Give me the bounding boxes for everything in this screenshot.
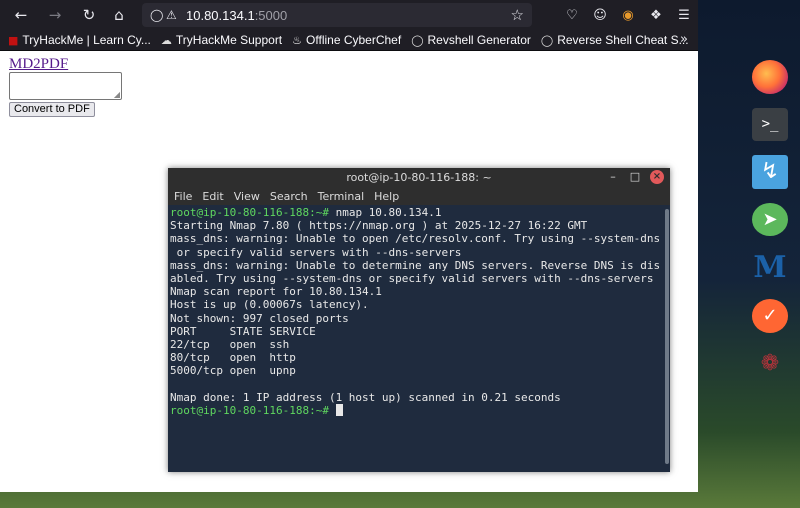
- md2pdf-link[interactable]: MD2PDF: [9, 56, 68, 73]
- menu-terminal[interactable]: Terminal: [318, 190, 365, 203]
- bookmark-star-icon[interactable]: ☆: [511, 6, 524, 24]
- terminal-line: mass_dns: warning: Unable to open /etc/r…: [170, 232, 661, 246]
- terminal-line: PORT STATE SERVICE: [170, 324, 316, 338]
- bookmark-label: TryHackMe Support: [175, 33, 283, 47]
- menu-help[interactable]: Help: [374, 190, 399, 203]
- insecure-lock-icon[interactable]: ⚠: [166, 8, 182, 22]
- zap-icon[interactable]: ↯: [752, 155, 788, 189]
- url-bar[interactable]: ◯ ⚠ 10.80.134.1:5000 ☆: [142, 3, 532, 27]
- globe-icon: ◯: [411, 33, 424, 47]
- typed-command: [329, 404, 336, 417]
- bookmark-label: TryHackMe | Learn Cy...: [22, 33, 151, 47]
- extension-foxy-icon[interactable]: ◉: [616, 3, 640, 27]
- bookmark-tryhackme-support[interactable]: ☁ TryHackMe Support: [161, 33, 282, 47]
- toolbar-icons: ♡ ☺ ◉ ❖ ☰: [560, 3, 696, 27]
- terminal-line: root@ip-10-80-116-188:~# nmap 10.80.134.…: [170, 206, 662, 219]
- terminal-line: Starting Nmap 7.80 ( https://nmap.org ) …: [170, 219, 588, 233]
- bookmark-tryhackme[interactable]: ■ TryHackMe | Learn Cy...: [8, 33, 151, 47]
- bookmarks-overflow-icon[interactable]: »: [680, 32, 688, 47]
- terminal-line: 80/tcp open http: [170, 351, 296, 365]
- pocket-icon[interactable]: ♡: [560, 3, 584, 27]
- bookmark-reverse-shell-cheat-sheet[interactable]: ◯ Reverse Shell Cheat S...: [541, 33, 689, 47]
- shield-icon[interactable]: ◯: [150, 8, 166, 22]
- menu-view[interactable]: View: [234, 190, 260, 203]
- burp-suite-icon[interactable]: ✓: [752, 299, 788, 333]
- shell-prompt: root@ip-10-80-116-188:~#: [170, 206, 329, 219]
- metasploit-icon[interactable]: M: [752, 250, 788, 285]
- terminal-output[interactable]: root@ip-10-80-116-188:~# nmap 10.80.134.…: [168, 205, 662, 472]
- bookmark-label: Reverse Shell Cheat S...: [557, 33, 689, 47]
- markdown-textarea[interactable]: ◢: [9, 72, 122, 100]
- terminal-line: mass_dns: warning: Unable to determine a…: [170, 258, 661, 272]
- terminal-line: abled. Try using --system-dns or specify…: [170, 271, 654, 285]
- terminal-line: 22/tcp open ssh: [170, 337, 290, 351]
- minimize-icon[interactable]: –: [606, 170, 620, 184]
- terminal-menu-bar: File Edit View Search Terminal Help: [168, 187, 670, 205]
- reload-icon[interactable]: ↻: [76, 2, 102, 28]
- bookmark-revshell-generator[interactable]: ◯ Revshell Generator: [411, 33, 531, 47]
- terminal-line: Nmap scan report for 10.80.134.1: [170, 285, 382, 299]
- terminal-line: Host is up (0.00067s latency).: [170, 298, 369, 312]
- terminal-scrollbar[interactable]: [662, 205, 670, 472]
- terminal-line: 5000/tcp open upnp: [170, 364, 296, 378]
- terminal-line: Nmap done: 1 IP address (1 host up) scan…: [170, 390, 561, 404]
- terminal-cursor: [335, 403, 343, 416]
- tryhackme-icon: ■: [8, 33, 19, 47]
- terminal-title-bar[interactable]: root@ip-10-80-116-188: ~ – □ ×: [168, 168, 670, 187]
- terminal-window: root@ip-10-80-116-188: ~ – □ × File Edit…: [168, 168, 670, 472]
- menu-file[interactable]: File: [174, 190, 192, 203]
- url-host: 10.80.134.1: [186, 7, 255, 23]
- terminal-icon[interactable]: >_: [752, 107, 788, 141]
- firefox-icon[interactable]: [752, 60, 788, 94]
- shell-prompt: root@ip-10-80-116-188:~#: [170, 403, 329, 417]
- extensions-icon[interactable]: ❖: [644, 3, 668, 27]
- convert-to-pdf-button[interactable]: Convert to PDF: [9, 102, 95, 117]
- kraken-icon[interactable]: ❁: [752, 347, 788, 381]
- bookmark-offline-cyberchef[interactable]: ♨ Offline CyberChef: [292, 33, 401, 47]
- forward-icon[interactable]: →: [42, 2, 68, 28]
- close-icon[interactable]: ×: [650, 170, 664, 184]
- back-icon[interactable]: ←: [8, 2, 34, 28]
- bookmarks-bar: ■ TryHackMe | Learn Cy... ☁ TryHackMe Su…: [0, 30, 698, 51]
- menu-icon[interactable]: ☰: [672, 3, 696, 27]
- window-controls: – □ ×: [606, 170, 664, 184]
- terminal-line: or specify valid servers with --dns-serv…: [170, 245, 462, 259]
- bookmark-label: Offline CyberChef: [306, 33, 402, 47]
- rocket-icon[interactable]: ➤: [752, 202, 788, 236]
- maximize-icon[interactable]: □: [628, 170, 642, 184]
- menu-edit[interactable]: Edit: [202, 190, 223, 203]
- browser-toolbar: ← → ↻ ⌂ ◯ ⚠ 10.80.134.1:5000 ☆ ♡ ☺ ◉ ❖ ☰: [0, 0, 698, 30]
- menu-search[interactable]: Search: [270, 190, 308, 203]
- terminal-line: root@ip-10-80-116-188:~#: [170, 403, 662, 417]
- url-text: 10.80.134.1:5000: [186, 8, 287, 23]
- resize-grip-icon[interactable]: ◢: [114, 90, 120, 99]
- home-icon[interactable]: ⌂: [106, 2, 132, 28]
- chef-hat-icon: ♨: [292, 33, 303, 47]
- desktop-dock: >_ ↯ ➤ M ✓ ❁: [740, 50, 800, 380]
- terminal-line: Not shown: 997 closed ports: [170, 311, 349, 325]
- terminal-title: root@ip-10-80-116-188: ~: [346, 171, 492, 184]
- typed-command: nmap 10.80.134.1: [328, 206, 442, 219]
- url-port: :5000: [254, 7, 288, 23]
- account-icon[interactable]: ☺: [588, 3, 612, 27]
- cloud-icon: ☁: [160, 33, 172, 47]
- scrollbar-thumb[interactable]: [665, 209, 669, 464]
- globe-icon: ◯: [540, 33, 554, 47]
- bookmark-label: Revshell Generator: [427, 33, 531, 47]
